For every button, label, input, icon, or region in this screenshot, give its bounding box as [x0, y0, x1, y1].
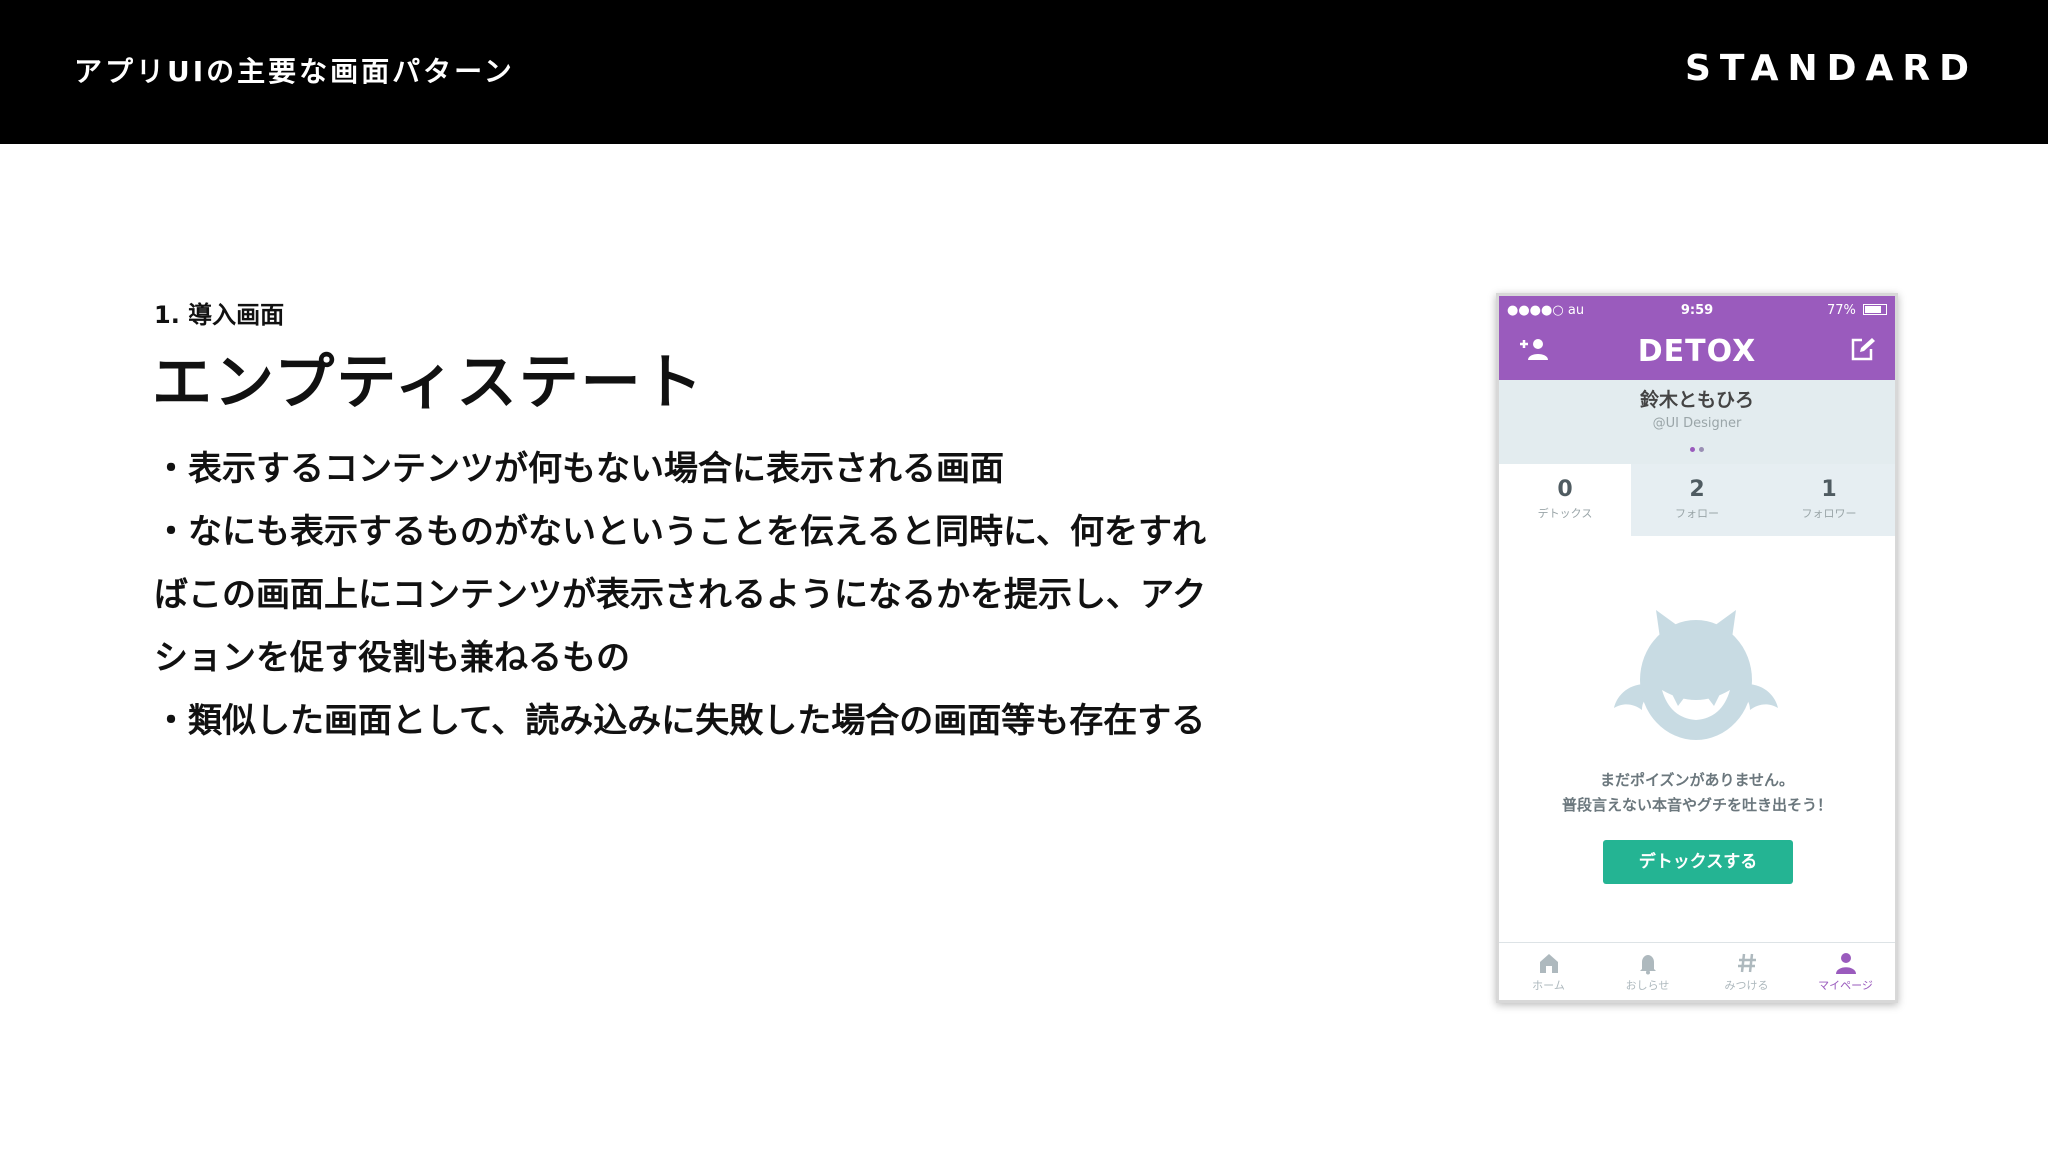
tab-bar: ホーム おしらせ みつける マイページ [1499, 942, 1895, 1000]
stat-value: 1 [1821, 477, 1837, 502]
bullet-line: ・なにも表示するものがないということを伝えると同時に、何をすれ [154, 512, 1206, 552]
status-bar: ●●●●○ au 9:59 77% [1499, 300, 1895, 322]
stat-value: 0 [1557, 477, 1573, 502]
home-icon [1539, 954, 1558, 973]
tab-notifications[interactable]: おしらせ [1598, 943, 1697, 1000]
deck-title: アプリUIの主要な画面パターン [74, 55, 515, 88]
empty-message-line: まだポイズンがありません。 [1599, 771, 1795, 789]
stat-value: 2 [1689, 477, 1705, 502]
profile-name: 鈴木ともひろ [1639, 389, 1754, 411]
tab-label: マイページ [1818, 979, 1873, 992]
battery-percent: 77% [1826, 303, 1856, 318]
brand-logo: STANDARD [1684, 48, 1978, 89]
top-bar: アプリUIの主要な画面パターン STANDARD [0, 0, 2048, 144]
battery-icon [1863, 304, 1887, 315]
tab-home[interactable]: ホーム [1499, 943, 1598, 1000]
app-logo: DETOX [1637, 334, 1757, 369]
hash-icon [1737, 953, 1756, 973]
person-icon [1835, 953, 1856, 974]
empty-state-message: まだポイズンがありません。 普段言えない本音やグチを吐き出そう！ [1499, 768, 1895, 818]
bullet-list: ・表示するコンテンツが何もない場合に表示される画面 ・なにも表示するものがないと… [154, 438, 1294, 753]
bullet-line: ションを促す役割も兼ねるもの [154, 638, 630, 678]
profile-header: 鈴木ともひろ @UI Designer [1499, 380, 1895, 464]
empty-message-line: 普段言えない本音やグチを吐き出そう！ [1561, 796, 1832, 814]
section-label: 1. 導入画面 [154, 301, 285, 329]
tab-mypage[interactable]: マイページ [1796, 943, 1895, 1000]
status-right: 77% [1827, 303, 1887, 318]
devil-mascot-icon [1614, 610, 1778, 740]
profile-handle: @UI Designer [1652, 416, 1742, 431]
tab-label: おしらせ [1625, 979, 1670, 992]
bullet-line: ・類似した画面として、読み込みに失敗した場合の画面等も存在する [154, 701, 1206, 741]
tab-label: ホーム [1532, 979, 1565, 992]
stat-detox[interactable]: 0 デトックス [1499, 464, 1631, 536]
phone-screenshot: ●●●●○ au 9:59 77% DETOX 鈴木ともひろ @UI Desig… [1496, 293, 1898, 1003]
slide-heading: エンプティステート [152, 348, 705, 418]
compose-icon[interactable] [1849, 336, 1877, 362]
detox-button[interactable]: デトックスする [1603, 840, 1793, 884]
tab-label: みつける [1724, 979, 1769, 992]
bullet-line: ・表示するコンテンツが何もない場合に表示される画面 [154, 449, 1004, 489]
stat-label: デトックス [1537, 507, 1593, 520]
stat-followers[interactable]: 1 フォロワー [1763, 464, 1895, 536]
stats-tabs: 0 デトックス 2 フォロー 1 フォロワー [1499, 464, 1895, 536]
tab-discover[interactable]: みつける [1697, 943, 1796, 1000]
stat-label: フォロワー [1801, 507, 1857, 520]
stat-following[interactable]: 2 フォロー [1631, 464, 1763, 536]
stat-label: フォロー [1675, 507, 1719, 520]
bell-icon [1639, 955, 1656, 975]
bullet-line: ばこの画面上にコンテンツが表示されるようになるかを提示し、アク [154, 575, 1207, 615]
page-indicator [1499, 437, 1895, 456]
app-header: ●●●●○ au 9:59 77% DETOX [1499, 296, 1895, 380]
